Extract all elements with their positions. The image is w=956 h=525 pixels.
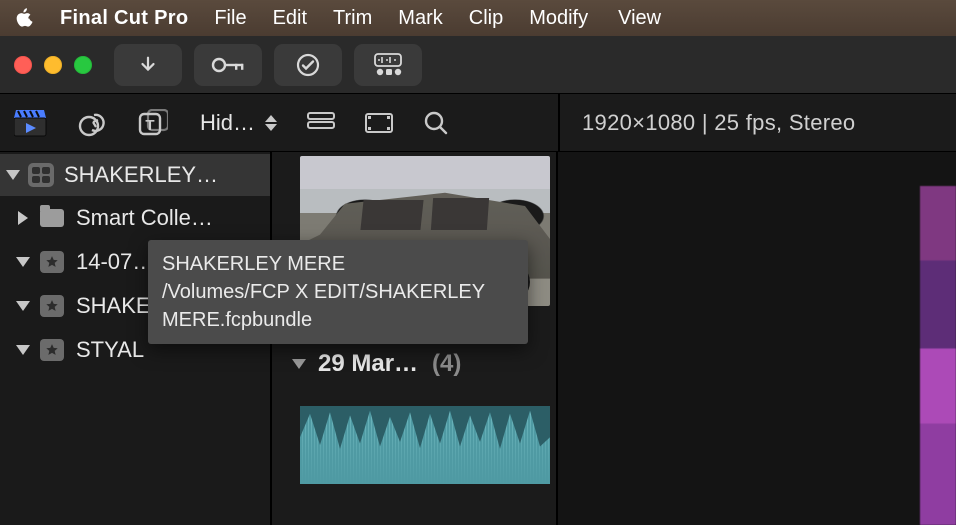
sidebar-item-smart-collections[interactable]: Smart Colle…	[0, 196, 270, 240]
menubar-item-file[interactable]: File	[214, 7, 246, 30]
date-group-row[interactable]: 29 Mar… (4)	[272, 350, 556, 378]
library-path-tooltip: SHAKERLEY MERE /Volumes/FCP X EDIT/SHAKE…	[148, 240, 528, 344]
folder-icon	[40, 209, 64, 227]
browser-toolbar: T Hid… 1920×1080 | 25 fps, Stereo	[0, 94, 956, 152]
titles-sidebar-icon[interactable]: T	[138, 109, 168, 137]
libraries-sidebar-icon[interactable]	[14, 108, 48, 138]
window-close-button[interactable]	[14, 56, 32, 74]
background-tasks-button[interactable]	[274, 44, 342, 86]
mac-menu-bar: Final Cut Pro File Edit Trim Mark Clip M…	[0, 0, 956, 36]
menubar-item-trim[interactable]: Trim	[333, 7, 372, 30]
library-name-label: SHAKERLEY…	[64, 162, 218, 188]
viewer-info-label: 1920×1080 | 25 fps, Stereo	[558, 94, 956, 151]
keyword-editor-button[interactable]	[194, 44, 262, 86]
sidebar-item-label: Smart Colle…	[76, 205, 213, 231]
date-group-count: (4)	[432, 350, 461, 378]
date-group-label: 29 Mar…	[318, 350, 418, 378]
menubar-item-mark[interactable]: Mark	[398, 7, 442, 30]
window-titlebar	[0, 36, 956, 94]
library-row[interactable]: SHAKERLEY…	[0, 154, 270, 196]
menubar-item-edit[interactable]: Edit	[273, 7, 307, 30]
menubar-item-clip[interactable]: Clip	[469, 7, 503, 30]
event-icon	[40, 295, 64, 317]
viewer-panel	[558, 152, 956, 525]
menubar-item-modify[interactable]: Modify	[529, 7, 588, 30]
event-icon	[40, 251, 64, 273]
menubar-app-name[interactable]: Final Cut Pro	[60, 7, 188, 30]
event-icon	[40, 339, 64, 361]
enhancements-button[interactable]	[354, 44, 422, 86]
window-traffic-lights	[14, 56, 92, 74]
filter-popup-chevrons-icon	[265, 115, 277, 131]
audio-clip-thumbnail[interactable]	[300, 406, 550, 484]
sidebar-item-label: 14-07…	[76, 249, 154, 275]
list-view-icon[interactable]	[307, 112, 335, 134]
menubar-item-view[interactable]: View	[618, 7, 661, 30]
apple-menu-icon[interactable]	[14, 7, 34, 29]
search-icon[interactable]	[423, 110, 449, 136]
filter-popup[interactable]: Hid…	[200, 110, 277, 136]
library-icon	[28, 163, 54, 187]
disclosure-triangle-icon[interactable]	[18, 211, 28, 225]
filmstrip-view-icon[interactable]	[365, 111, 393, 135]
import-button[interactable]	[114, 44, 182, 86]
disclosure-triangle-icon[interactable]	[16, 257, 30, 267]
window-zoom-button[interactable]	[74, 56, 92, 74]
disclosure-triangle-icon[interactable]	[6, 170, 20, 180]
viewer-video-edge	[920, 186, 956, 525]
photos-sidebar-icon[interactable]	[78, 109, 108, 137]
disclosure-triangle-icon[interactable]	[16, 301, 30, 311]
svg-text:T: T	[145, 117, 154, 134]
sidebar-item-label: STYAL	[76, 337, 144, 363]
app-window: T Hid… 1920×1080 | 25 fps, Stereo	[0, 36, 956, 525]
disclosure-triangle-icon[interactable]	[16, 345, 30, 355]
disclosure-triangle-icon[interactable]	[292, 359, 306, 369]
tooltip-title: SHAKERLEY MERE	[162, 250, 514, 278]
window-minimize-button[interactable]	[44, 56, 62, 74]
tooltip-path: /Volumes/FCP X EDIT/SHAKERLEY MERE.fcpbu…	[162, 278, 514, 334]
filter-popup-label: Hid…	[200, 110, 255, 136]
